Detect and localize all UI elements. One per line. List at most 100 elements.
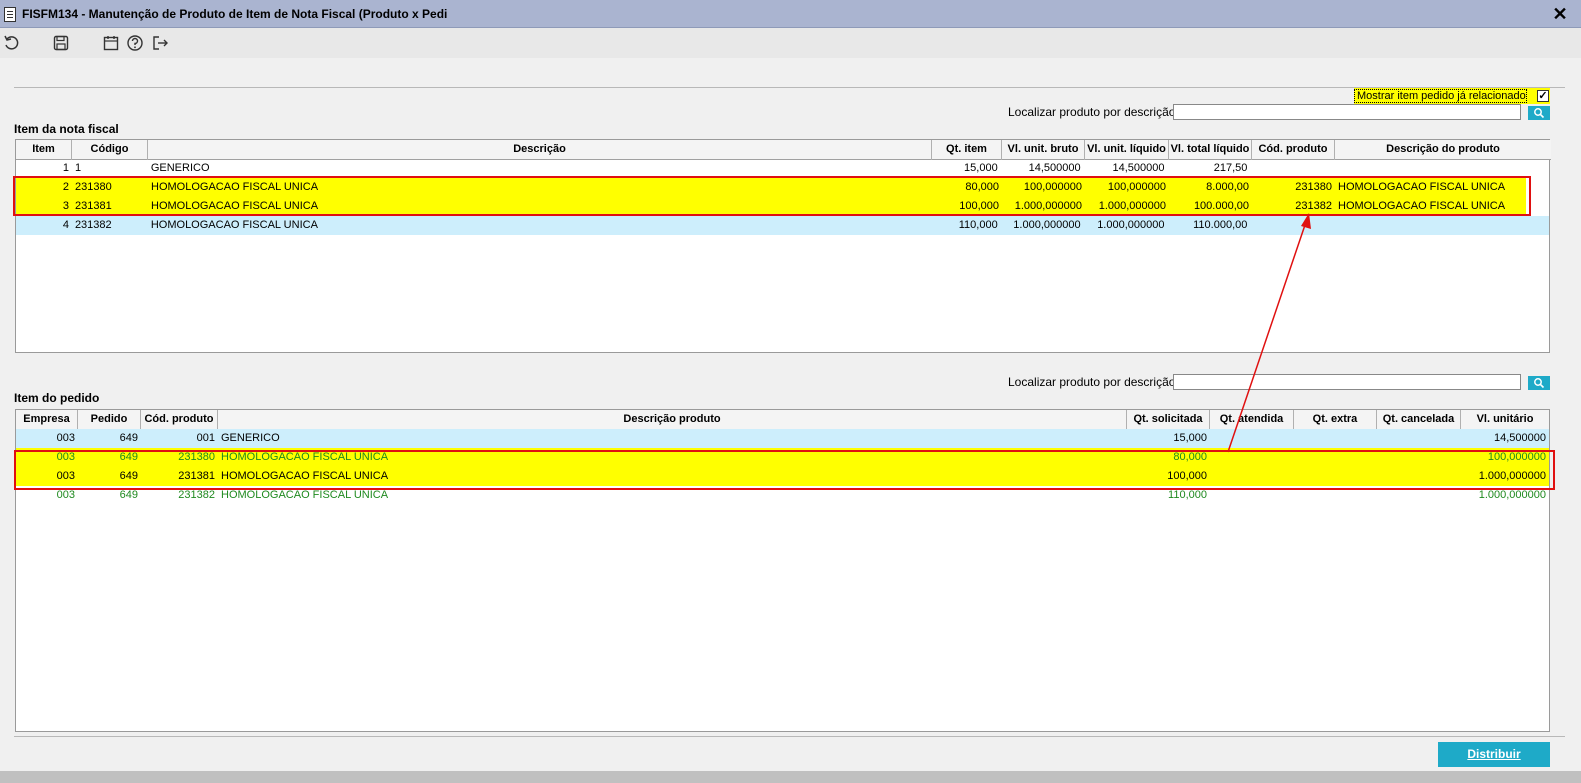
cell-qt-extra: [1294, 429, 1377, 448]
pedido-search-button[interactable]: [1528, 376, 1550, 390]
cell-desc-produto: [1333, 159, 1549, 178]
column-header[interactable]: Empresa: [16, 410, 78, 430]
cell-vl-unitario: 100,000000: [1487, 451, 1546, 463]
cell-qt-cancelada: [1377, 467, 1461, 486]
column-header[interactable]: Qt. atendida: [1210, 410, 1294, 430]
cell-qt-cancelada: [1377, 429, 1461, 448]
cell-vl-liquido: 1.000,000000: [1098, 200, 1166, 212]
cell-item: 2: [62, 181, 69, 193]
toolbar: [0, 28, 1581, 58]
cell-pedido: 649: [119, 470, 138, 482]
cell-pedido: 649: [119, 489, 138, 501]
divider: [14, 736, 1565, 737]
help-icon[interactable]: [126, 34, 144, 52]
column-header[interactable]: Vl. total líquido: [1169, 140, 1252, 160]
table-row[interactable]: 003 649 231380 HOMOLOGACAO FISCAL UNICA …: [16, 448, 1549, 467]
table-row[interactable]: 1 1 GENERICO 15,000 14,500000 14,500000 …: [16, 159, 1549, 178]
distribuir-button[interactable]: Distribuir: [1438, 742, 1550, 767]
cell-vl-bruto: 1.000,000000: [1013, 219, 1081, 231]
nota-search-input[interactable]: [1173, 104, 1521, 120]
cell-item: 3: [62, 200, 69, 212]
column-header[interactable]: Descrição: [148, 140, 932, 160]
search-icon: [1534, 378, 1545, 389]
cell-codigo: 231381: [75, 200, 112, 212]
cell-descricao: HOMOLOGACAO FISCAL UNICA: [221, 489, 389, 501]
cell-qt-cancelada: [1377, 448, 1461, 467]
cell-pedido: 649: [119, 432, 138, 444]
calendar-icon[interactable]: [102, 34, 120, 52]
table-header: Item Código Descrição Qt. item Vl. unit.…: [16, 140, 1551, 160]
cell-descricao: HOMOLOGACAO FISCAL UNICA: [150, 219, 318, 231]
column-header[interactable]: Qt. extra: [1294, 410, 1377, 430]
cell-desc-produto: HOMOLOGACAO FISCAL UNICA: [1338, 181, 1506, 193]
pedido-section-title: Item do pedido: [14, 391, 100, 405]
column-header[interactable]: Descrição produto: [218, 410, 1127, 430]
column-header[interactable]: Cód. produto: [1252, 140, 1335, 160]
cell-vl-total: 110.000,00: [1193, 219, 1248, 231]
cell-vl-liquido: 1.000,000000: [1097, 219, 1165, 231]
table-header: Empresa Pedido Cód. produto Descrição pr…: [16, 410, 1549, 430]
cell-item: 1: [62, 162, 69, 174]
cell-qt-item: 110,000: [958, 219, 998, 231]
column-header[interactable]: Qt. cancelada: [1377, 410, 1461, 430]
cell-qt-extra: [1294, 448, 1377, 467]
cell-vl-bruto: 1.000,000000: [1014, 200, 1082, 212]
cell-qt-item: 15,000: [964, 162, 998, 174]
column-header[interactable]: Item: [16, 140, 72, 160]
table-row[interactable]: 003 649 231381 HOMOLOGACAO FISCAL UNICA …: [16, 467, 1549, 486]
show-related-checkbox[interactable]: ✓: [1537, 90, 1549, 102]
cell-cod-produto: 231381: [178, 470, 215, 482]
cell-cod-produto: 231382: [1295, 200, 1332, 212]
column-header[interactable]: Vl. unit. bruto: [1002, 140, 1085, 160]
column-header[interactable]: Pedido: [78, 410, 141, 430]
distribuir-label: Distribuir: [1467, 747, 1521, 761]
column-header[interactable]: Descrição do produto: [1335, 140, 1551, 160]
column-header[interactable]: Qt. item: [932, 140, 1002, 160]
table-row[interactable]: 003 649 001 GENERICO 15,000 14,500000: [16, 429, 1549, 448]
column-header[interactable]: Qt. solicitada: [1127, 410, 1210, 430]
cell-vl-liquido: 100,000000: [1107, 181, 1166, 193]
table-row[interactable]: 3 231381 HOMOLOGACAO FISCAL UNICA 100,00…: [16, 197, 1526, 216]
cell-vl-unitario: 1.000,000000: [1478, 470, 1546, 482]
cell-vl-unitario: 1.000,000000: [1478, 489, 1546, 501]
cell-codigo: 231382: [74, 219, 112, 231]
show-related-filter: Mostrar item pedido já relacionado: [1354, 88, 1550, 104]
cell-qt-item: 100,000: [959, 200, 999, 212]
pedido-search-input[interactable]: [1173, 374, 1521, 390]
undo-icon[interactable]: [3, 34, 21, 52]
close-button[interactable]: ✕: [1550, 4, 1570, 24]
cell-qt-atendida: [1210, 467, 1294, 486]
cell-cod-produto: 231380: [178, 451, 215, 463]
cell-descricao: HOMOLOGACAO FISCAL UNICA: [221, 451, 389, 463]
column-header[interactable]: Cód. produto: [141, 410, 218, 430]
save-icon[interactable]: [52, 34, 70, 52]
cell-vl-unitario: 14,500000: [1494, 432, 1546, 444]
nota-section-title: Item da nota fiscal: [14, 122, 119, 136]
show-related-label: Mostrar item pedido já relacionado: [1354, 89, 1527, 103]
cell-vl-bruto: 100,000000: [1023, 181, 1082, 193]
cell-vl-total: 100.000,00: [1193, 200, 1249, 212]
cell-qt-item: 80,000: [965, 181, 999, 193]
cell-qt-solicitada: 100,000: [1167, 470, 1207, 482]
column-header[interactable]: Vl. unit. líquido: [1085, 140, 1169, 160]
cell-qt-cancelada: [1377, 486, 1461, 505]
cell-cod-produto: 231380: [1295, 181, 1332, 193]
exit-icon[interactable]: [151, 34, 169, 52]
table-row[interactable]: 2 231380 HOMOLOGACAO FISCAL UNICA 80,000…: [16, 178, 1526, 197]
cell-qt-extra: [1294, 486, 1377, 505]
window-title: FISFM134 - Manutenção de Produto de Item…: [22, 7, 448, 21]
column-header[interactable]: Código: [72, 140, 148, 160]
cell-vl-bruto: 14,500000: [1028, 162, 1081, 174]
pedido-items-table: Empresa Pedido Cód. produto Descrição pr…: [15, 409, 1550, 732]
column-header[interactable]: Vl. unitário: [1461, 410, 1549, 430]
cell-empresa: 003: [56, 470, 75, 482]
cell-desc-produto: [1333, 216, 1549, 235]
table-row[interactable]: 003 649 231382 HOMOLOGACAO FISCAL UNICA …: [16, 486, 1549, 505]
nota-search-label: Localizar produto por descrição: [1008, 105, 1176, 119]
cell-cod-produto: 001: [196, 432, 215, 444]
cell-descricao: GENERICO: [221, 432, 280, 444]
cell-qt-solicitada: 110,000: [1168, 489, 1207, 501]
nota-search-button[interactable]: [1528, 106, 1550, 120]
table-row[interactable]: 4 231382 HOMOLOGACAO FISCAL UNICA 110,00…: [16, 216, 1549, 235]
cell-qt-atendida: [1210, 429, 1294, 448]
